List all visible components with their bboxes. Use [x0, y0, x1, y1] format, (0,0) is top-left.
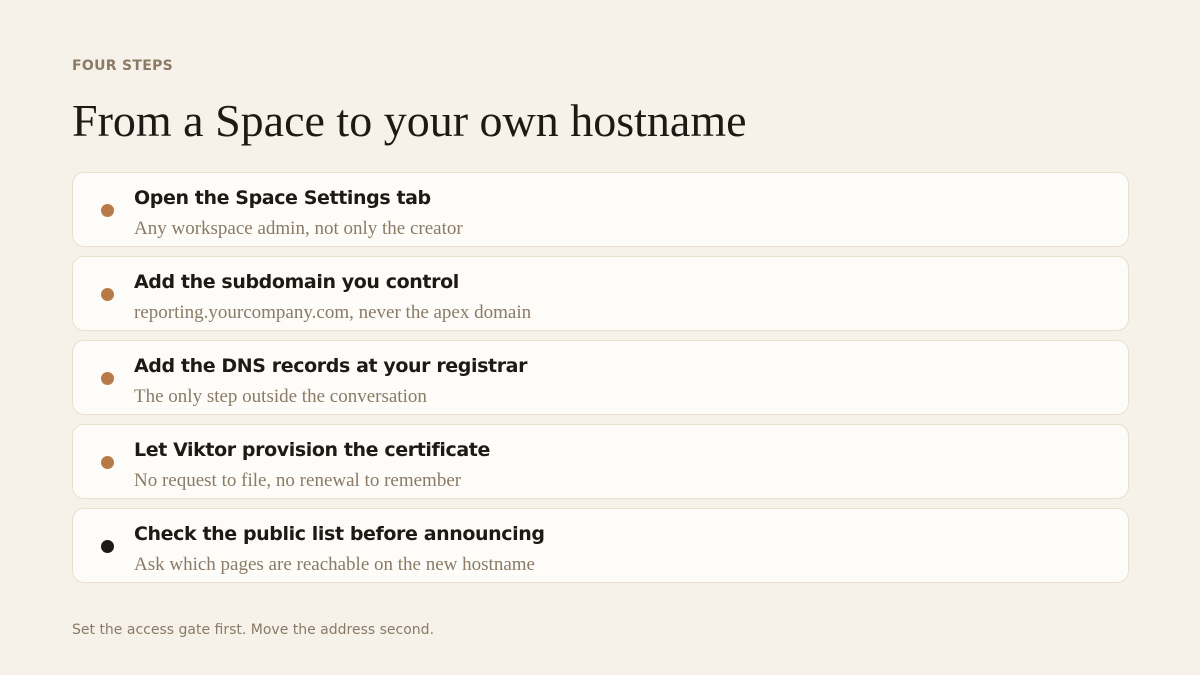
- step-marker-dot: [101, 288, 114, 301]
- step-subtitle: Any workspace admin, not only the creato…: [134, 218, 463, 239]
- eyebrow-label: FOUR STEPS: [72, 58, 174, 74]
- step-marker-dot: [101, 540, 114, 553]
- step-title: Add the DNS records at your registrar: [134, 355, 528, 377]
- step-marker-dot: [101, 372, 114, 385]
- step-card-1: Open the Space Settings tab Any workspac…: [72, 172, 1129, 247]
- page-title: From a Space to your own hostname: [72, 95, 747, 146]
- step-subtitle: reporting.yourcompany.com, never the ape…: [134, 302, 532, 323]
- step-subtitle: The only step outside the conversation: [134, 386, 427, 407]
- step-title: Open the Space Settings tab: [134, 187, 431, 209]
- step-subtitle: No request to file, no renewal to rememb…: [134, 470, 462, 491]
- step-marker-dot: [101, 456, 114, 469]
- step-title: Add the subdomain you control: [134, 271, 459, 293]
- step-title: Check the public list before announcing: [134, 523, 545, 545]
- step-card-4: Let Viktor provision the certificate No …: [72, 424, 1129, 499]
- footnote: Set the access gate first. Move the addr…: [72, 622, 435, 638]
- step-subtitle: Ask which pages are reachable on the new…: [134, 554, 535, 575]
- step-card-2: Add the subdomain you control reporting.…: [72, 256, 1129, 331]
- step-card-5: Check the public list before announcing …: [72, 508, 1129, 583]
- steps-list: Open the Space Settings tab Any workspac…: [72, 172, 1129, 592]
- step-title: Let Viktor provision the certificate: [134, 439, 490, 461]
- step-marker-dot: [101, 204, 114, 217]
- step-card-3: Add the DNS records at your registrar Th…: [72, 340, 1129, 415]
